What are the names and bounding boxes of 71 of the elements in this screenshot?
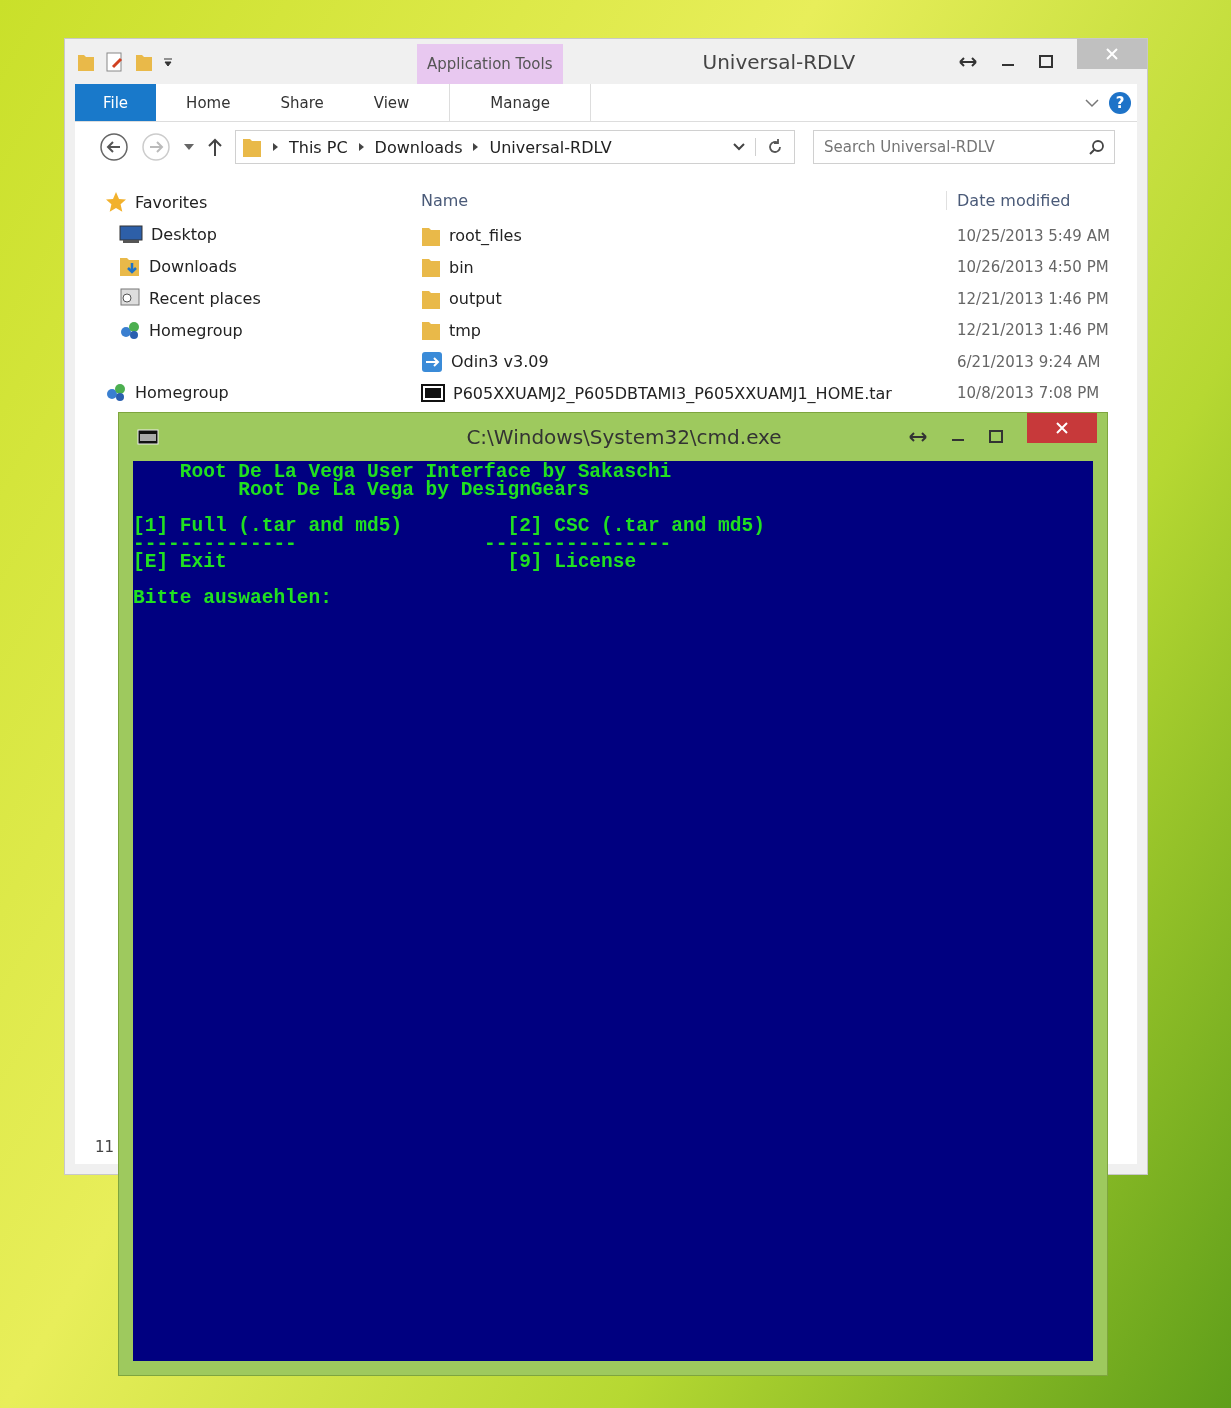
recent-places-icon [119,287,141,309]
breadcrumb-item[interactable]: This PC [289,137,348,157]
date-modified: 10/26/2013 4:50 PM [957,258,1109,277]
properties-icon [105,50,125,73]
dropdown-icon[interactable] [163,56,173,67]
folder-icon [242,136,262,158]
monitor-icon [119,224,143,244]
breadcrumb-item[interactable]: Universal-RDLV [489,137,612,157]
console-line: [E] Exit [9] License [133,553,638,571]
back-icon[interactable] [99,132,129,162]
nav-item[interactable]: Homegroup [75,314,405,346]
nav-item[interactable]: Recent places [75,282,405,314]
folder-icon [421,256,441,279]
ribbon-tab[interactable]: File [75,84,157,121]
file-name[interactable]: root_files [405,224,957,247]
close-icon [1056,422,1068,434]
nav-item[interactable]: Homegroup [75,376,405,408]
address-bar[interactable]: This PC Downloads Universal-RDLV [235,130,795,164]
date-modified: 10/8/2013 7:08 PM [957,384,1100,403]
window-title: Universal-RDLV [702,49,856,74]
breadcrumb-item[interactable]: Downloads [374,137,463,157]
maximize-icon[interactable] [989,430,1003,444]
nav-item[interactable]: Downloads [75,250,405,282]
console-icon [137,429,159,445]
ribbon-tab[interactable]: View [353,84,430,121]
help-button[interactable]: ? [1109,91,1131,114]
file-name[interactable]: P605XXUAMJ2_P605DBTAMI3_P605XXUAMJ1_HOME.tar [405,383,957,403]
ribbon-tab[interactable]: Share [260,84,344,121]
context-tab-header: Application Tools [417,44,563,84]
console-line: Root De La Vega User Interface by Sakaschi [178,463,673,481]
ribbon-tab[interactable]: Manage [449,84,591,121]
app-icon [421,350,443,373]
nav-item[interactable]: Desktop [75,218,405,250]
resize-icon [959,56,977,67]
file-name[interactable]: tmp [405,319,957,342]
ribbon-tab[interactable]: Home [166,84,251,121]
window-title: C:\Windows\System32\cmd.exe [465,425,783,449]
dropdown-icon[interactable] [183,143,195,151]
console-line: Root De La Vega by DesignGears [237,481,591,499]
downloads-folder-icon [119,255,141,277]
date-modified: 10/25/2013 5:49 AM [957,226,1110,245]
close-button[interactable] [1027,413,1097,443]
search-icon [1089,139,1105,155]
date-modified: 6/21/2013 9:24 AM [957,352,1101,371]
date-modified: 12/21/2013 1:46 PM [957,321,1109,340]
star-icon [105,191,127,213]
close-icon [1106,48,1118,60]
column-header[interactable]: Date modified [946,190,1071,210]
chevron-icon[interactable] [1085,97,1099,108]
breadcrumb-arrow-icon[interactable] [357,142,365,152]
item-count: 11 [94,1138,116,1158]
file-name[interactable]: output [405,287,957,310]
breadcrumb-arrow-icon[interactable] [272,142,279,152]
nav-item[interactable]: Favorites [75,186,405,218]
file-name[interactable]: bin [405,256,957,279]
breadcrumb-arrow-icon[interactable] [472,142,480,152]
search-field[interactable]: Search Universal-RDLV [813,130,1115,164]
resize-icon [909,432,927,442]
console-line: [1] Full (.tar and md5) [2] CSC (.tar and md5) [133,517,766,535]
date-modified: 12/21/2013 1:46 PM [957,289,1109,308]
file-name[interactable]: Odin3 v3.09 [405,350,957,373]
console-line: Bitte auswaehlen: [133,589,333,607]
column-header[interactable]: Name [405,190,946,210]
homegroup-icon [105,381,127,403]
console-line: -------------- ---------------- [133,535,673,553]
maximize-icon[interactable] [1039,54,1053,69]
homegroup-icon [119,319,141,341]
dropdown-icon[interactable] [733,143,745,151]
archive-icon [421,384,445,403]
folder-icon [421,319,441,342]
up-arrow-icon[interactable] [207,137,223,157]
